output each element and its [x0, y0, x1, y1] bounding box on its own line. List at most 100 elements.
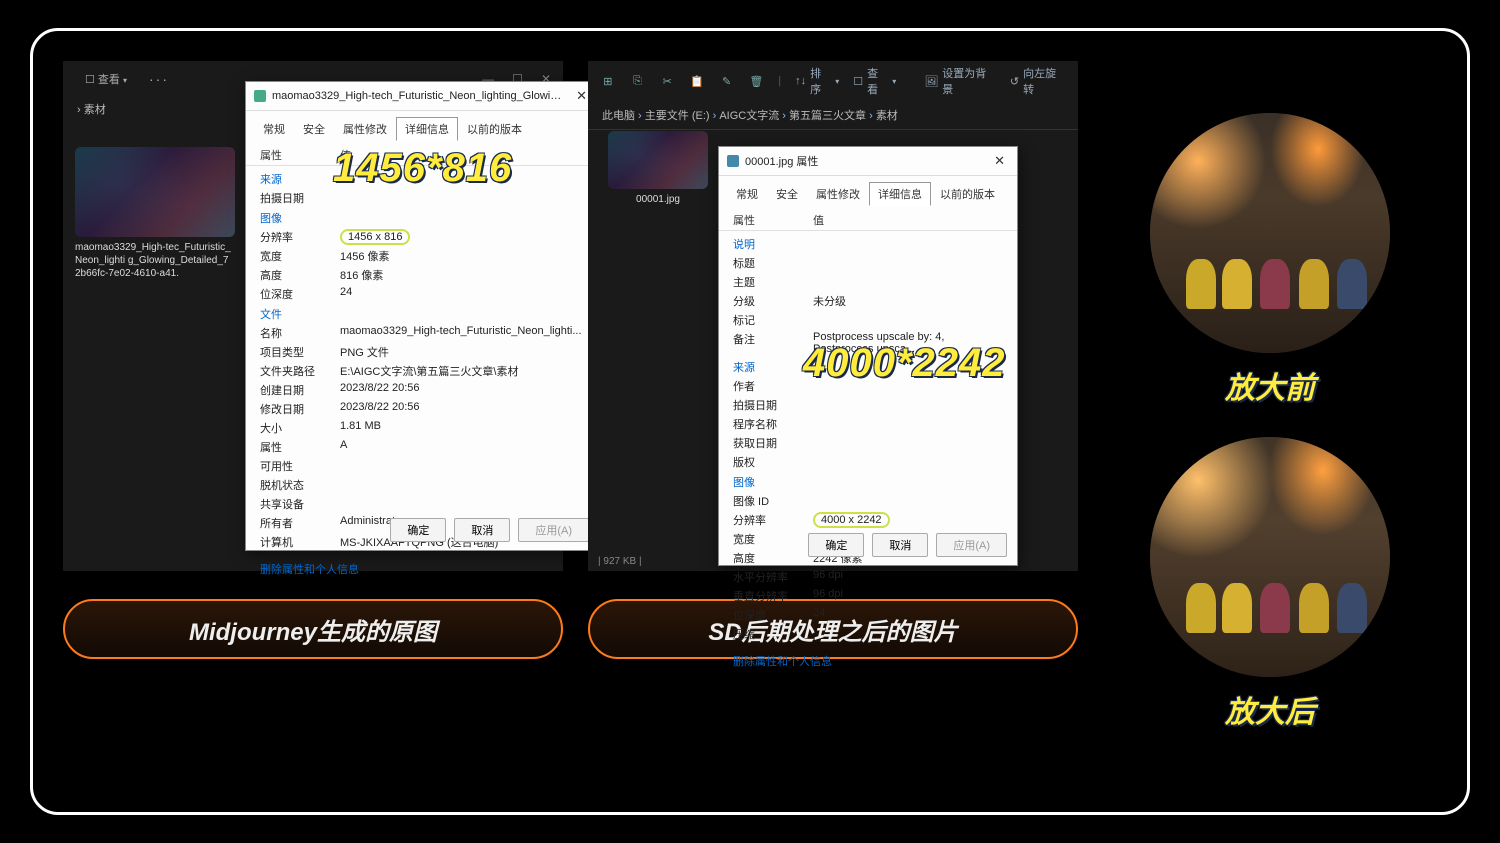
prop-folderpath-value: E:\AIGC文字流\第五篇三火文章\素材 [340, 363, 585, 379]
tab-security[interactable]: 安全 [294, 117, 334, 141]
caption-pill-left: Midjourney生成的原图 [63, 599, 563, 659]
section-image: 图像 [733, 471, 1003, 491]
prop-created-key: 创建日期 [260, 382, 340, 398]
ok-button[interactable]: 确定 [390, 518, 446, 542]
prop-modified-value: 2023/8/22 20:56 [340, 401, 585, 417]
copy-icon[interactable]: ⎘ [630, 73, 646, 89]
prop-height-key: 高度 [733, 550, 813, 566]
section-image: 图像 [260, 207, 585, 227]
file-thumbnail-caption: 00001.jpg [608, 193, 708, 206]
prop-author-key: 作者 [733, 378, 813, 394]
prop-owner-key: 所有者 [260, 515, 340, 531]
prop-tags-key: 标记 [733, 312, 813, 328]
cancel-button[interactable]: 取消 [454, 518, 510, 542]
overlay-text-right: 4000*2242 [803, 341, 1006, 386]
cancel-button[interactable]: 取消 [872, 533, 928, 557]
prop-hres-key: 水平分辨率 [733, 569, 813, 585]
apply-button[interactable]: 应用(A) [518, 518, 589, 542]
prop-rating-value: 未分级 [813, 293, 1003, 309]
file-thumbnail[interactable] [608, 131, 708, 189]
prop-vres-key: 垂直分辨率 [733, 588, 813, 604]
prop-program-key: 程序名称 [733, 416, 813, 432]
rename-icon[interactable]: ✎ [719, 73, 735, 89]
remove-properties-link[interactable]: 删除属性和个人信息 [719, 645, 1017, 677]
tab-general[interactable]: 常规 [727, 182, 767, 206]
section-description: 说明 [733, 233, 1003, 253]
tab-attribute-modify[interactable]: 属性修改 [807, 182, 869, 206]
apply-button[interactable]: 应用(A) [936, 533, 1007, 557]
preview-circle-before [1150, 113, 1390, 353]
ok-button[interactable]: 确定 [808, 533, 864, 557]
prop-bitdepth-key: 位深度 [733, 607, 813, 623]
tab-previous-versions[interactable]: 以前的版本 [458, 117, 531, 141]
prop-compression-key: 压缩 [733, 626, 813, 642]
prop-computer-key: 计算机 [260, 534, 340, 550]
rotate-left-button[interactable]: ↺ 向左旋转 [1010, 65, 1066, 97]
prop-size-key: 大小 [260, 420, 340, 436]
dialog-title: 00001.jpg 属性 [745, 153, 984, 169]
header-property: 属性 [733, 212, 813, 228]
prop-resolution-key: 分辨率 [260, 229, 340, 245]
prop-created-value: 2023/8/22 20:56 [340, 382, 585, 398]
tab-details[interactable]: 详细信息 [396, 117, 458, 141]
prop-offline-key: 脱机状态 [260, 477, 340, 493]
prop-width-key: 宽度 [260, 248, 340, 264]
prop-modified-key: 修改日期 [260, 401, 340, 417]
set-as-background-button[interactable]: 🖼 设置为背景 [924, 65, 996, 97]
new-icon[interactable]: ⊞ [600, 73, 616, 89]
prop-resolution-key: 分辨率 [733, 512, 813, 528]
prop-comments-key: 备注 [733, 331, 813, 355]
prop-subject-key: 主题 [733, 274, 813, 290]
prop-hres-value: 96 dpi [813, 569, 1003, 585]
prop-attributes-value: A [340, 439, 585, 455]
prop-name-value: maomao3329_High-tech_Futuristic_Neon_lig… [340, 325, 585, 341]
dialog-title: maomao3329_High-tech_Futuristic_Neon_lig… [272, 90, 566, 102]
prop-type-key: 项目类型 [260, 344, 340, 360]
prop-availability-key: 可用性 [260, 458, 340, 474]
prop-bitdepth-value: 24 [340, 286, 585, 302]
cut-icon[interactable]: ✂ [659, 73, 675, 89]
view-menu-button[interactable]: ☐ 查看 ▾ [75, 68, 137, 90]
remove-properties-link[interactable]: 删除属性和个人信息 [246, 553, 599, 585]
breadcrumb[interactable]: 此电脑 › 主要文件 (E:) › AIGC文字流 › 第五篇三火文章 › 素材 [588, 101, 1078, 130]
prop-resolution-value: 1456 x 816 [340, 229, 410, 245]
close-icon[interactable]: ✕ [990, 153, 1009, 169]
file-thumbnail-caption: maomao3329_High-tec_Futuristic_Neon_ligh… [75, 241, 235, 280]
header-property: 属性 [260, 147, 340, 163]
prop-bitdepth-value: 24 [813, 607, 1003, 623]
prop-width-value: 1456 像素 [340, 248, 585, 264]
tab-security[interactable]: 安全 [767, 182, 807, 206]
prop-height-value: 816 像素 [340, 267, 585, 283]
file-thumbnail[interactable] [75, 147, 235, 237]
prop-shotdate: 拍摄日期 [260, 190, 340, 206]
prop-acquired-key: 获取日期 [733, 435, 813, 451]
header-value: 值 [813, 212, 824, 228]
prop-imageid-key: 图像 ID [733, 493, 813, 509]
left-screenshot: ☐ 查看 ▾ ··· — ☐ ✕ › 素材 maomao3329_High-te… [63, 61, 563, 571]
tab-previous-versions[interactable]: 以前的版本 [931, 182, 1004, 206]
prop-shared-key: 共享设备 [260, 496, 340, 512]
prop-shotdate-key: 拍摄日期 [733, 397, 813, 413]
slide-frame: ☐ 查看 ▾ ··· — ☐ ✕ › 素材 maomao3329_High-te… [30, 28, 1470, 815]
paste-icon[interactable]: 📋 [689, 73, 705, 89]
right-screenshot: ⊞ ⎘ ✂ 📋 ✎ 🗑 | ↑↓ 排序▾ ☐ 查看▾ 🖼 设置为背景 ↺ 向左旋… [588, 61, 1078, 571]
prop-folderpath-key: 文件夹路径 [260, 363, 340, 379]
file-icon [727, 155, 739, 167]
view-button[interactable]: ☐ 查看▾ [853, 65, 896, 97]
prop-name-key: 名称 [260, 325, 340, 341]
section-file: 文件 [260, 303, 585, 323]
more-button[interactable]: ··· [149, 71, 169, 87]
prop-type-value: PNG 文件 [340, 344, 585, 360]
prop-height-key: 高度 [260, 267, 340, 283]
sort-button[interactable]: ↑↓ 排序▾ [795, 65, 839, 97]
prop-vres-value: 96 dpi [813, 588, 1003, 604]
overlay-text-left: 1456*816 [333, 146, 512, 191]
prop-attributes-key: 属性 [260, 439, 340, 455]
tab-details[interactable]: 详细信息 [869, 182, 931, 206]
tab-general[interactable]: 常规 [254, 117, 294, 141]
preview-circle-after [1150, 437, 1390, 677]
delete-icon[interactable]: 🗑 [749, 73, 765, 89]
tab-attribute-modify[interactable]: 属性修改 [334, 117, 396, 141]
prop-copyright-key: 版权 [733, 454, 813, 470]
prop-size-value: 1.81 MB [340, 420, 585, 436]
